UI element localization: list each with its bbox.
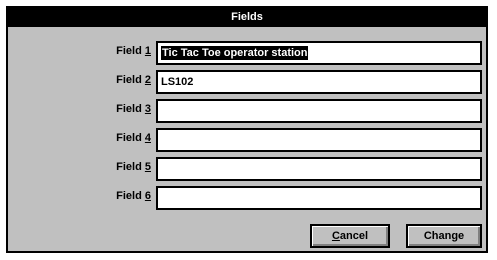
field-4-label: Field 4 — [116, 132, 151, 144]
cancel-button[interactable]: Cancel — [310, 224, 390, 248]
field-row-5: Field 5 — [8, 156, 486, 182]
field-row-6: Field 6 — [8, 185, 486, 211]
field-2-label: Field 2 — [116, 74, 151, 86]
field-row-1: Field 1 Tic Tac Toe operator station — [8, 40, 486, 66]
field-6-label: Field 6 — [116, 190, 151, 202]
field-1-input[interactable]: Tic Tac Toe operator station — [156, 41, 482, 65]
field-6-input[interactable] — [156, 186, 482, 210]
field-1-value: Tic Tac Toe operator station — [161, 46, 309, 60]
field-3-input[interactable] — [156, 99, 482, 123]
field-5-label: Field 5 — [116, 161, 151, 173]
field-1-label: Field 1 — [116, 45, 151, 57]
fields-dialog: Fields Field 1 Tic Tac Toe operator stat… — [6, 6, 488, 253]
field-3-label: Field 3 — [116, 103, 151, 115]
field-2-value: LS102 — [161, 76, 194, 88]
field-5-input[interactable] — [156, 157, 482, 181]
field-4-input[interactable] — [156, 128, 482, 152]
field-row-4: Field 4 — [8, 127, 486, 153]
dialog-title: Fields — [8, 8, 486, 27]
field-2-input[interactable]: LS102 — [156, 70, 482, 94]
field-row-2: Field 2 LS102 — [8, 69, 486, 95]
field-row-3: Field 3 — [8, 98, 486, 124]
change-button[interactable]: Change — [406, 224, 482, 248]
